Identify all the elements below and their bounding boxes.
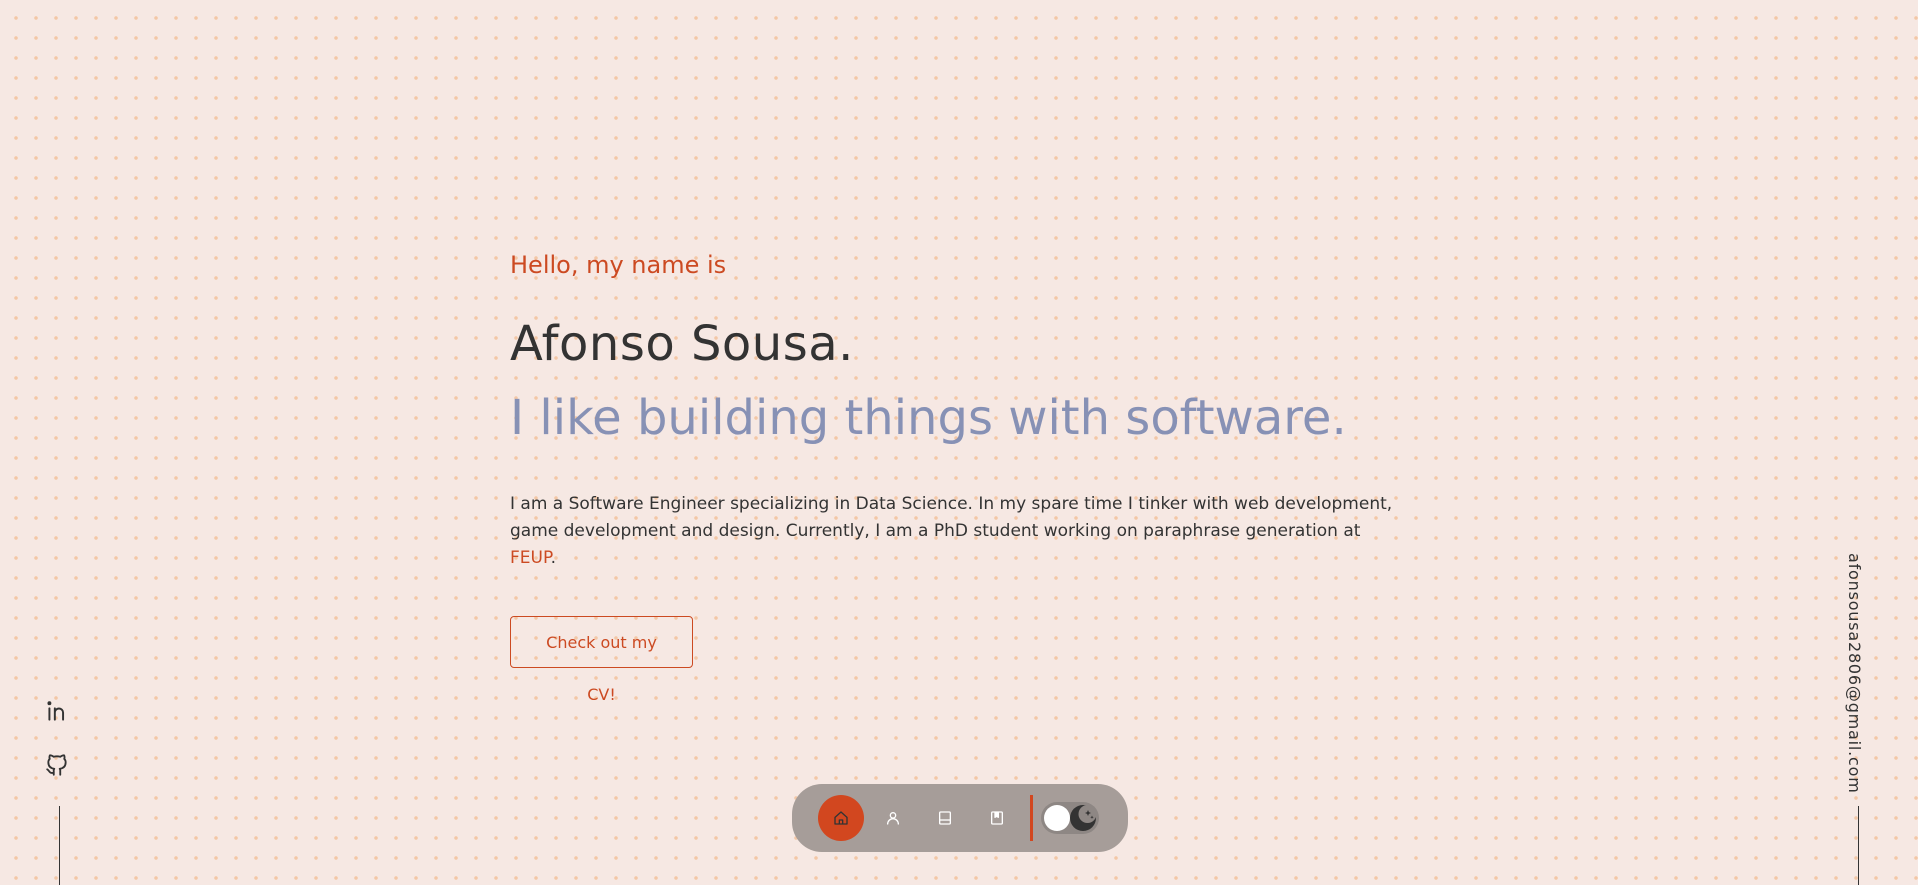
moon-icon [1070,805,1097,831]
nav-projects-button[interactable] [922,795,968,841]
user-icon [887,812,899,825]
right-divider-line [1858,806,1859,885]
bottom-navbar [792,784,1128,852]
navbar-separator [1030,795,1033,841]
linkedin-icon[interactable] [44,698,70,724]
toggle-knob [1044,805,1070,831]
email-link[interactable]: afonsousa2806@gmail.com [1845,553,1864,794]
bio-end: . [550,548,556,568]
nav-blog-button[interactable] [974,795,1020,841]
nav-home-button[interactable] [818,795,864,841]
bio-paragraph: I am a Software Engineer specializing in… [510,491,1410,572]
blog-icon [991,811,1003,825]
feup-link[interactable]: FEUP [510,548,551,568]
home-icon [834,811,848,825]
author-name: Afonso Sousa. [510,316,854,372]
greeting-text: Hello, my name is [510,251,727,279]
bio-text: I am a Software Engineer specializing in… [510,494,1393,541]
cv-button[interactable]: Check out my CV! [510,616,693,704]
hero-section: Hello, my name is Afonso Sousa. I like b… [510,245,1410,704]
tagline: I like building things with software. [510,390,1347,446]
left-divider-line [59,806,60,885]
social-links [44,698,74,806]
theme-toggle[interactable] [1041,802,1099,834]
nav-about-button[interactable] [870,795,916,841]
github-icon[interactable] [44,752,70,778]
projects-icon [939,811,951,825]
